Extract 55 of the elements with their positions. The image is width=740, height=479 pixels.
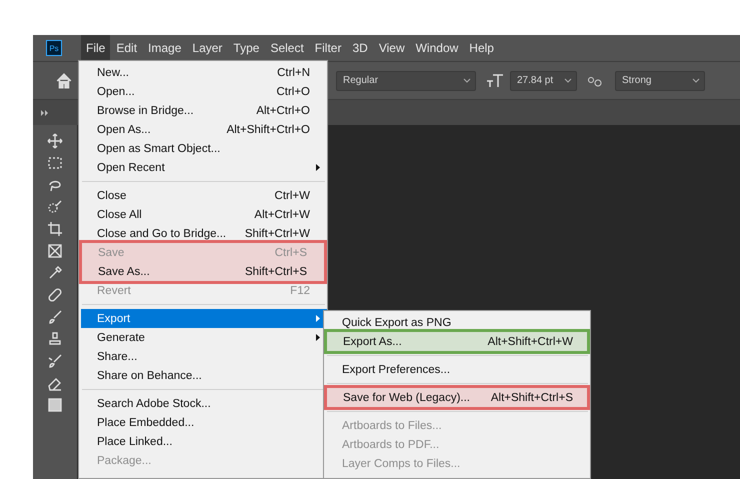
menu-item[interactable]: Open As... Alt+Shift+Ctrl+O — [81, 120, 327, 139]
frame-icon[interactable] — [47, 243, 63, 259]
gradient-icon[interactable] — [47, 397, 63, 413]
home-icon[interactable] — [55, 72, 73, 90]
submenu-arrow-icon — [316, 334, 320, 341]
menu-title[interactable]: Type — [228, 35, 264, 61]
history-brush-icon[interactable] — [47, 353, 63, 369]
menu-title[interactable]: Image — [143, 35, 186, 61]
marquee-icon[interactable] — [47, 155, 63, 171]
menu-title[interactable]: Select — [265, 35, 309, 61]
submenu-arrow-icon — [316, 315, 320, 322]
font-size-icon — [486, 74, 504, 88]
menu-item[interactable]: Share on Behance... — [81, 366, 327, 385]
menu-title[interactable]: Help — [464, 35, 499, 61]
menu-item[interactable]: New... Ctrl+N — [81, 63, 327, 82]
app-logo: Ps — [46, 40, 62, 56]
menu-item[interactable]: Export As... Alt+Shift+Ctrl+W — [327, 332, 587, 351]
font-size-dropdown[interactable]: 27.84 pt — [510, 70, 577, 90]
menu-item[interactable]: Generate — [81, 328, 327, 347]
menu-item[interactable]: Open Recent — [81, 158, 327, 177]
anti-alias-icon — [587, 74, 603, 86]
quick-select-icon[interactable] — [47, 199, 63, 215]
menu-item[interactable]: Quick Export as PNG — [326, 313, 590, 332]
caret-icon — [463, 78, 471, 84]
menu-item[interactable]: Share... — [81, 347, 327, 366]
brush-icon[interactable] — [47, 309, 63, 325]
menu-item[interactable]: Close and Go to Bridge... Shift+Ctrl+W — [81, 224, 327, 243]
menu-item[interactable]: Open... Ctrl+O — [81, 82, 327, 101]
menu-title[interactable]: Filter — [310, 35, 346, 61]
crop-icon[interactable] — [47, 221, 63, 237]
bandage-icon[interactable] — [47, 287, 63, 303]
menu-item[interactable]: Place Linked... — [81, 432, 327, 451]
menu-title[interactable]: File — [81, 35, 110, 61]
menu-item[interactable]: Save for Web (Legacy)... Alt+Shift+Ctrl+S — [327, 388, 587, 407]
menu-title[interactable]: Layer — [187, 35, 228, 61]
menu-title[interactable]: Edit — [111, 35, 142, 61]
anti-alias-dropdown[interactable]: Strong — [615, 70, 705, 90]
menu-item[interactable]: Open as Smart Object... — [81, 139, 327, 158]
font-style-dropdown[interactable]: Regular — [336, 70, 476, 90]
caret-icon — [692, 78, 700, 84]
menu-title[interactable]: Window — [410, 35, 464, 61]
menu-item[interactable]: Search Adobe Stock... — [81, 394, 327, 413]
menu-item[interactable]: Close Ctrl+W — [81, 186, 327, 205]
menu-item[interactable]: Export — [81, 309, 327, 328]
menu-title[interactable]: 3D — [347, 35, 373, 61]
menu-item[interactable]: Export Preferences... — [326, 360, 590, 379]
eyedropper-icon[interactable] — [47, 265, 63, 281]
collapse-icon[interactable] — [41, 110, 49, 116]
menu-item[interactable]: Close All Alt+Ctrl+W — [81, 205, 327, 224]
caret-icon — [564, 78, 572, 84]
submenu-arrow-icon — [316, 164, 320, 171]
stamp-icon[interactable] — [47, 331, 63, 347]
move-icon[interactable] — [47, 133, 63, 149]
menu-title[interactable]: View — [374, 35, 410, 61]
menu-item[interactable]: Place Embedded... — [81, 413, 327, 432]
